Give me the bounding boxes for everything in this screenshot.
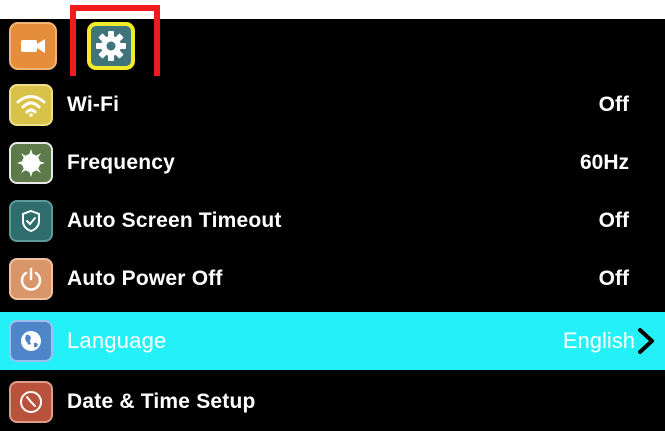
power-icon [9,258,53,300]
menu-item-date-time-setup[interactable]: Date & Time Setup [0,373,665,431]
tab-bar [0,0,665,89]
chevron-right-icon [638,328,654,354]
menu-item-label: Frequency [67,151,175,174]
menu-item-value: Off [598,209,629,232]
menu-item-label: Wi-Fi [67,93,120,116]
menu-item-value: English [562,328,635,353]
tab-settings[interactable] [87,22,135,70]
settings-screen: Wi-Fi Off Frequency 60Hz Auto Screen Tim… [0,0,665,431]
tab-video[interactable] [9,22,57,70]
shield-icon [9,200,53,242]
menu-item-value: Off [598,93,629,116]
video-camera-icon [21,39,45,53]
menu-item-value: 60Hz [579,151,629,174]
menu-item-auto-screen-timeout[interactable]: Auto Screen Timeout Off [0,192,665,250]
settings-menu: Wi-Fi Off Frequency 60Hz Auto Screen Tim… [0,76,665,431]
clock-icon [9,381,53,423]
menu-item-label: Language [67,328,167,353]
menu-item-wifi[interactable]: Wi-Fi Off [0,76,665,134]
menu-item-auto-power-off[interactable]: Auto Power Off Off [0,250,665,308]
menu-item-label: Auto Screen Timeout [67,209,282,232]
flicker-frequency-icon [9,142,53,184]
menu-item-label: Date & Time Setup [67,390,256,413]
menu-item-label: Auto Power Off [67,267,223,290]
wifi-icon [9,84,53,126]
menu-item-frequency[interactable]: Frequency 60Hz [0,134,665,192]
menu-item-language[interactable]: Language English [0,312,665,370]
globe-icon [9,320,53,362]
menu-item-value: Off [598,267,629,290]
gear-icon [96,31,126,61]
